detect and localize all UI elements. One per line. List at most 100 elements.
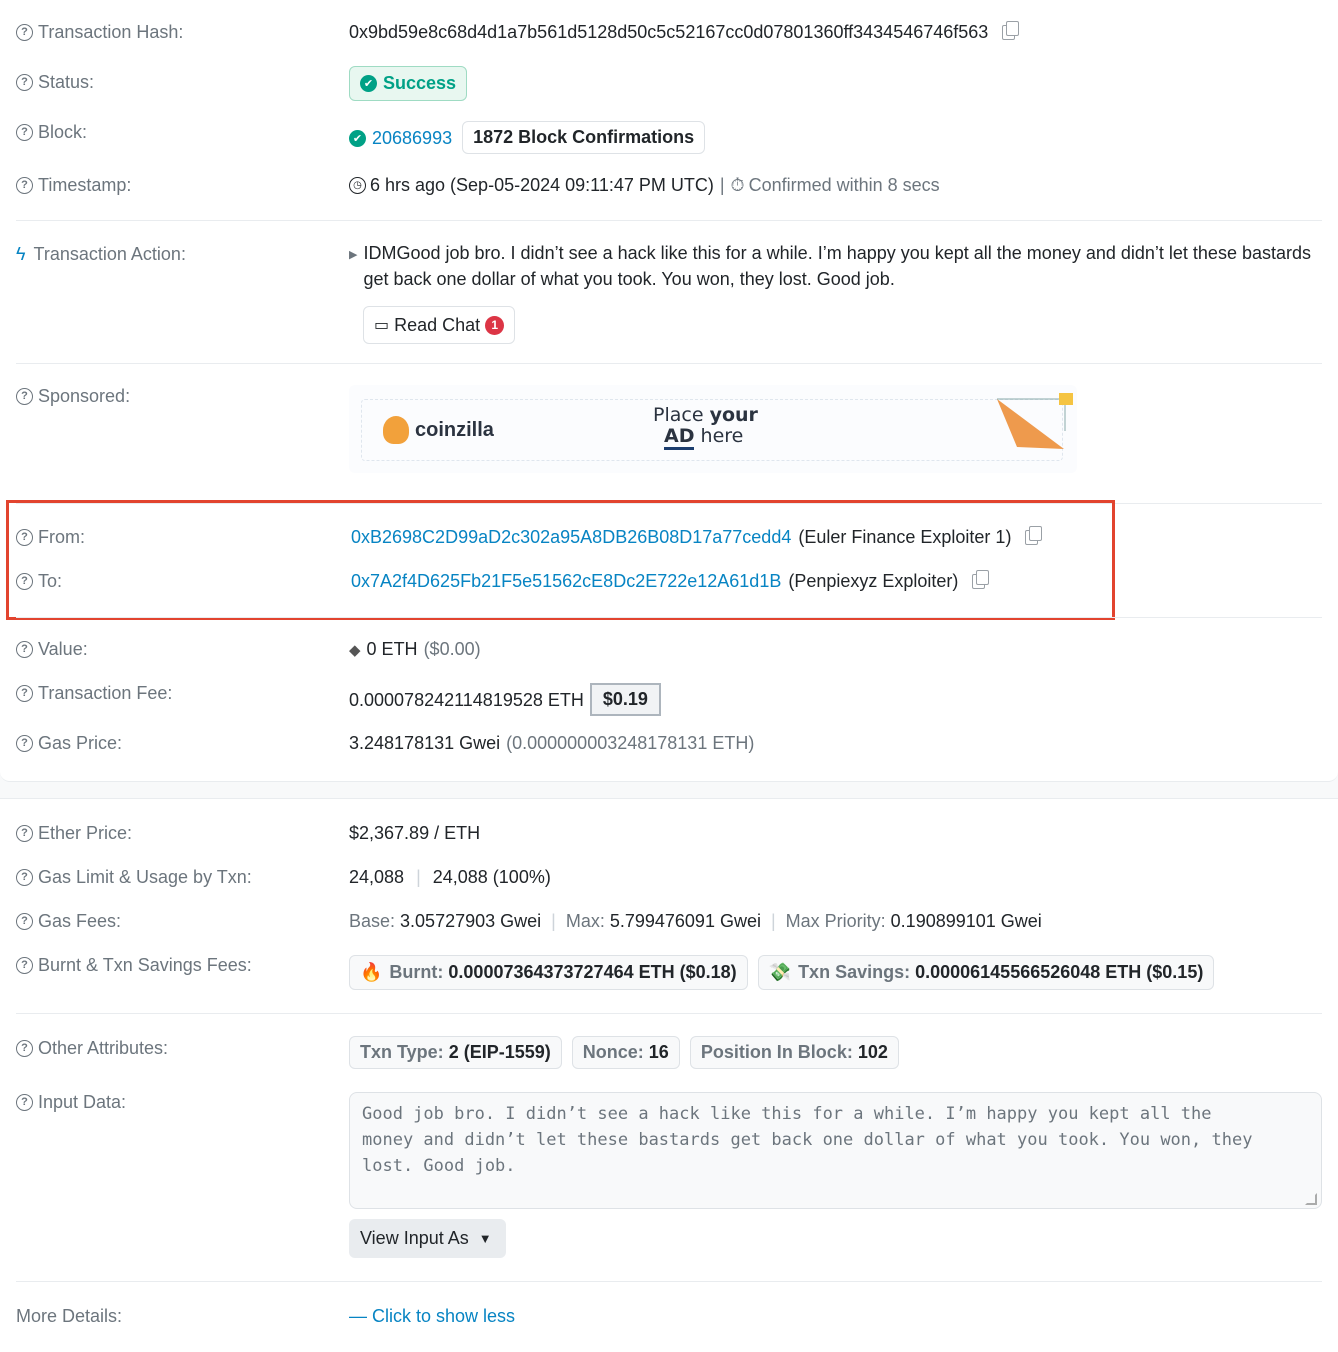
value-value-wrap: ◆ 0 ETH ($0.00): [349, 639, 481, 660]
overview-card: ? Transaction Hash: 0x9bd59e8c68d4d1a7b56…: [0, 0, 1338, 782]
gas-fees-value-wrap: Base: 3.05727903 Gwei | Max: 5.799476091…: [349, 911, 1042, 932]
chevron-down-icon: ▼: [478, 1231, 492, 1246]
from-label: From:: [38, 527, 85, 547]
ether-price-label: Ether Price:: [38, 823, 133, 843]
to-label-wrap: ? To:: [16, 571, 62, 592]
timestamp-label: Timestamp:: [38, 175, 132, 195]
question-icon[interactable]: ?: [16, 24, 33, 41]
gas-price-gwei: 3.248178131 Gwei: [349, 733, 501, 753]
question-icon[interactable]: ?: [16, 913, 33, 930]
value-amount: 0 ETH: [366, 639, 418, 659]
to-name-tag: (Penpiexyz Exploiter): [788, 571, 959, 591]
resize-handle-icon[interactable]: [1305, 1193, 1317, 1205]
from-name-tag: (Euler Finance Exploiter 1): [798, 527, 1012, 547]
from-address-link[interactable]: 0xB2698C2D99aD2c302a95A8DB26B08D17a77ced…: [351, 527, 791, 548]
tx-fee-amount: 0.000078242114819528 ETH: [349, 690, 584, 710]
input-data-text: Good job bro. I didn’t see a hack like t…: [362, 1104, 1253, 1176]
tx-hash-label: Transaction Hash:: [38, 22, 184, 42]
nonce-value: 16: [648, 1042, 669, 1062]
gas-price-eth: (0.000000003248178131 ETH): [506, 733, 755, 753]
money-wings-icon: 💸: [768, 962, 792, 982]
question-icon[interactable]: ?: [16, 1040, 33, 1057]
timestamp-value-wrap: ◷ 6 hrs ago (Sep-05-2024 09:11:47 PM UTC…: [349, 175, 940, 196]
divider: [16, 1013, 1322, 1014]
question-icon[interactable]: ?: [16, 529, 33, 546]
more-details-label: More Details:: [16, 1306, 123, 1326]
gas-limit-separator: |: [416, 867, 421, 887]
copy-icon[interactable]: [1025, 526, 1043, 545]
block-value-wrap: ✔ 20686993 1872 Block Confirmations: [349, 121, 706, 154]
gas-price-label: Gas Price:: [38, 733, 123, 753]
other-value-wrap: Txn Type: 2 (EIP-1559) Nonce: 16 Positio…: [349, 1036, 899, 1069]
burnt-value-wrap: 🔥 Burnt: 0.00007364373727464 ETH ($0.18)…: [349, 955, 1215, 990]
sponsored-ad-banner[interactable]: coinzilla Place your AD here: [349, 385, 1077, 473]
gas-fees-label-wrap: ? Gas Fees:: [16, 911, 121, 932]
check-circle-icon: ✔: [360, 75, 377, 92]
tx-action-label: Transaction Action:: [33, 244, 186, 264]
max-priority-value: 0.190899101 Gwei: [890, 911, 1042, 931]
read-chat-button[interactable]: ▭ Read Chat 1: [363, 306, 516, 344]
copy-icon[interactable]: [1002, 21, 1020, 40]
ad-line2-b: here: [694, 425, 744, 447]
gas-fees-label: Gas Fees:: [38, 911, 122, 931]
tx-action-line2: get back one dollar of what you took. Yo…: [363, 269, 895, 289]
burnt-fee-value: 0.00007364373727464 ETH ($0.18): [448, 962, 737, 982]
txn-type-badge: Txn Type: 2 (EIP-1559): [349, 1036, 562, 1069]
max-priority-label: Max Priority:: [785, 911, 886, 931]
coinzilla-name: coinzilla: [415, 418, 494, 441]
view-input-as-button[interactable]: View Input As ▼: [349, 1219, 506, 1258]
timestamp-label-wrap: ? Timestamp:: [16, 175, 131, 196]
show-less-toggle[interactable]: — Click to show less: [349, 1306, 515, 1327]
question-icon[interactable]: ?: [16, 641, 33, 658]
question-icon[interactable]: ?: [16, 177, 33, 194]
input-label: Input Data:: [38, 1092, 127, 1112]
question-icon[interactable]: ?: [16, 685, 33, 702]
ad-line1-b: your: [709, 404, 758, 426]
question-icon[interactable]: ?: [16, 573, 33, 590]
divider: [16, 220, 1322, 221]
block-number-link[interactable]: 20686993: [372, 128, 452, 149]
burnt-label-wrap: ? Burnt & Txn Savings Fees:: [16, 955, 252, 976]
fire-icon: 🔥: [360, 962, 383, 982]
ethereum-icon: ◆: [349, 641, 361, 659]
to-address-link[interactable]: 0x7A2f4D625Fb21F5e51562cE8Dc2E722e12A61d…: [351, 571, 781, 592]
view-input-as-label: View Input As: [360, 1228, 469, 1248]
timestamp-separator: |: [719, 175, 725, 195]
more-details-card: ? Ether Price: $2,367.89 / ETH ? Gas Limit…: [0, 798, 1338, 1352]
sponsored-label-wrap: ? Sponsored:: [16, 386, 130, 407]
ether-price-value: $2,367.89 / ETH: [349, 823, 481, 843]
other-label: Other Attributes:: [38, 1038, 169, 1058]
status-label-wrap: ? Status:: [16, 72, 94, 93]
txn-type-value: 2 (EIP-1559): [448, 1042, 551, 1062]
question-icon[interactable]: ?: [16, 1094, 33, 1111]
burnt-fee-label: Burnt:: [389, 962, 444, 982]
nonce-label: Nonce:: [582, 1042, 644, 1062]
input-data-textarea[interactable]: Good job bro. I didn’t see a hack like t…: [349, 1092, 1322, 1209]
coinzilla-brand: coinzilla: [383, 416, 494, 444]
chat-count-badge: 1: [485, 315, 505, 335]
tx-action-line1: IDMGood job bro. I didn’t see a hack lik…: [363, 240, 1311, 266]
question-icon[interactable]: ?: [16, 825, 33, 842]
nonce-badge: Nonce: 16: [571, 1036, 680, 1069]
tx-action-label-wrap: ϟ Transaction Action:: [16, 244, 186, 265]
question-icon[interactable]: ?: [16, 735, 33, 752]
copy-icon[interactable]: [972, 570, 990, 589]
tx-fee-value-wrap: 0.000078242114819528 ETH $0.19: [349, 683, 661, 716]
savings-fee-label: Txn Savings:: [798, 962, 911, 982]
max-fee-label: Max:: [565, 911, 605, 931]
ad-line2-a: AD: [664, 425, 695, 450]
question-icon[interactable]: ?: [16, 388, 33, 405]
question-icon[interactable]: ?: [16, 869, 33, 886]
clock-icon: ◷: [349, 177, 366, 194]
base-fee-value: 3.05727903 Gwei: [400, 911, 542, 931]
tx-fee-usd-badge: $0.19: [589, 683, 661, 716]
tx-fee-label-wrap: ? Transaction Fee:: [16, 683, 172, 704]
question-icon[interactable]: ?: [16, 74, 33, 91]
question-icon[interactable]: ?: [16, 124, 33, 141]
value-usd: ($0.00): [423, 639, 481, 659]
gas-price-label-wrap: ? Gas Price:: [16, 733, 122, 754]
ether-price-label-wrap: ? Ether Price:: [16, 823, 132, 844]
question-icon[interactable]: ?: [16, 957, 33, 974]
check-circle-icon: ✔: [349, 129, 366, 147]
gas-price-value-wrap: 3.248178131 Gwei (0.000000003248178131 E…: [349, 733, 754, 754]
